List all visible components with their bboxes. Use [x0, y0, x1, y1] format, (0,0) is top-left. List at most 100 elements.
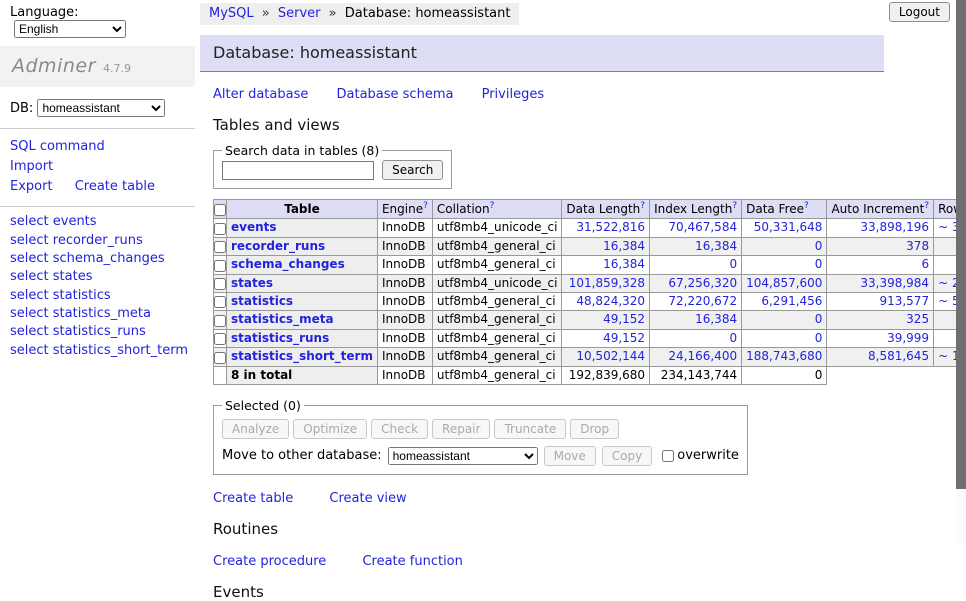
data-free-cell[interactable]: 0: [742, 329, 827, 347]
data-length-cell[interactable]: 49,152: [562, 329, 650, 347]
index-length-cell[interactable]: 67,256,320: [650, 274, 742, 292]
table-name-link[interactable]: states: [231, 276, 273, 290]
table-name-link[interactable]: statistics_meta: [231, 312, 334, 326]
move-button[interactable]: Move: [544, 446, 596, 466]
create-view-link[interactable]: Create view: [329, 491, 406, 506]
create-table-link-sidebar[interactable]: Create table: [75, 179, 155, 194]
totals-index-length: 234,143,744: [650, 366, 742, 384]
help-icon[interactable]: ?: [640, 201, 645, 211]
sidebar-select-link[interactable]: select statistics_runs: [10, 324, 146, 339]
help-icon[interactable]: ?: [924, 201, 929, 211]
data-length-cell[interactable]: 48,824,320: [562, 292, 650, 310]
auto-increment-cell[interactable]: 39,999: [827, 329, 934, 347]
table-name-link[interactable]: schema_changes: [231, 257, 345, 271]
data-free-cell[interactable]: 188,743,680: [742, 348, 827, 366]
help-icon[interactable]: ?: [490, 201, 495, 211]
tables-and-views-heading: Tables and views: [213, 116, 950, 134]
totals-collation: utf8mb4_general_ci: [432, 366, 562, 384]
help-icon[interactable]: ?: [423, 201, 428, 211]
drop-button[interactable]: Drop: [570, 419, 619, 439]
auto-increment-cell[interactable]: 33,898,196: [827, 219, 934, 237]
export-link[interactable]: Export: [10, 179, 53, 194]
create-table-link[interactable]: Create table: [213, 491, 293, 506]
import-link[interactable]: Import: [10, 159, 53, 174]
data-free-cell[interactable]: 0: [742, 237, 827, 255]
tables-overview-table: TableEngine?Collation?Data Length?Index …: [213, 199, 966, 385]
table-name-link[interactable]: statistics_short_term: [231, 349, 373, 363]
auto-increment-cell[interactable]: 913,577: [827, 292, 934, 310]
help-icon[interactable]: ?: [732, 201, 737, 211]
data-free-cell[interactable]: 0: [742, 311, 827, 329]
data-free-cell[interactable]: 6,291,456: [742, 292, 827, 310]
table-name-link[interactable]: recorder_runs: [231, 239, 325, 253]
data-free-cell[interactable]: 104,857,600: [742, 274, 827, 292]
data-length-cell[interactable]: 16,384: [562, 256, 650, 274]
data-free-cell[interactable]: 0: [742, 256, 827, 274]
index-length-cell[interactable]: 70,467,584: [650, 219, 742, 237]
auto-increment-cell[interactable]: 8,581,645: [827, 348, 934, 366]
help-icon[interactable]: ?: [804, 201, 809, 211]
auto-increment-cell[interactable]: 33,398,984: [827, 274, 934, 292]
sidebar-select-link[interactable]: select schema_changes: [10, 251, 165, 266]
repair-button[interactable]: Repair: [432, 419, 490, 439]
data-length-cell[interactable]: 10,502,144: [562, 348, 650, 366]
row-checkbox[interactable]: [214, 278, 226, 290]
table-name-link[interactable]: statistics_runs: [231, 331, 329, 345]
search-button[interactable]: Search: [382, 160, 443, 180]
row-checkbox[interactable]: [214, 296, 226, 308]
index-length-cell[interactable]: 16,384: [650, 311, 742, 329]
data-length-cell[interactable]: 101,859,328: [562, 274, 650, 292]
vertical-scrollbar[interactable]: [956, 0, 966, 543]
data-length-cell[interactable]: 16,384: [562, 237, 650, 255]
row-checkbox[interactable]: [214, 333, 226, 345]
auto-increment-cell[interactable]: 325: [827, 311, 934, 329]
table-name-link[interactable]: statistics: [231, 294, 293, 308]
totals-data-length: 192,839,680: [562, 366, 650, 384]
auto-increment-cell[interactable]: 378: [827, 237, 934, 255]
index-length-cell[interactable]: 0: [650, 329, 742, 347]
data-length-cell[interactable]: 31,522,816: [562, 219, 650, 237]
scrollbar-thumb[interactable]: [956, 0, 966, 489]
analyze-button[interactable]: Analyze: [222, 419, 289, 439]
move-database-select[interactable]: homeassistant: [388, 447, 538, 465]
db-select[interactable]: homeassistant: [37, 99, 165, 117]
row-checkbox[interactable]: [214, 352, 226, 364]
row-checkbox[interactable]: [214, 241, 226, 253]
create-function-link[interactable]: Create function: [362, 554, 462, 569]
sql-command-link[interactable]: SQL command: [10, 139, 105, 154]
sidebar-select-link[interactable]: select statistics_meta: [10, 306, 151, 321]
breadcrumb-server-link[interactable]: Server: [278, 6, 321, 21]
index-length-cell[interactable]: 24,166,400: [650, 348, 742, 366]
data-free-cell[interactable]: 50,331,648: [742, 219, 827, 237]
index-length-cell[interactable]: 72,220,672: [650, 292, 742, 310]
breadcrumb-mysql-link[interactable]: MySQL: [209, 6, 254, 21]
table-name-link[interactable]: events: [231, 220, 277, 234]
search-legend: Search data in tables (8): [222, 143, 382, 158]
sidebar-select-link[interactable]: select states: [10, 269, 92, 284]
sidebar-select-link[interactable]: select statistics_short_term: [10, 343, 188, 358]
check-button[interactable]: Check: [371, 419, 428, 439]
data-length-cell[interactable]: 49,152: [562, 311, 650, 329]
sidebar-select-link[interactable]: select recorder_runs: [10, 233, 143, 248]
truncate-button[interactable]: Truncate: [494, 419, 566, 439]
select-all-checkbox[interactable]: [214, 204, 226, 216]
search-input[interactable]: [222, 161, 374, 180]
optimize-button[interactable]: Optimize: [293, 419, 367, 439]
database-schema-link[interactable]: Database schema: [337, 87, 454, 102]
row-checkbox[interactable]: [214, 223, 226, 235]
alter-database-link[interactable]: Alter database: [213, 87, 308, 102]
row-checkbox[interactable]: [214, 260, 226, 272]
row-check-cell: [214, 311, 227, 329]
privileges-link[interactable]: Privileges: [482, 87, 545, 102]
index-length-cell[interactable]: 16,384: [650, 237, 742, 255]
index-length-cell[interactable]: 0: [650, 256, 742, 274]
language-select[interactable]: English: [14, 20, 126, 38]
auto-increment-cell[interactable]: 6: [827, 256, 934, 274]
sidebar-select-link[interactable]: select events: [10, 214, 97, 229]
row-checkbox[interactable]: [214, 315, 226, 327]
sidebar-select-link[interactable]: select statistics: [10, 288, 111, 303]
logout-button[interactable]: Logout: [889, 2, 950, 22]
create-procedure-link[interactable]: Create procedure: [213, 554, 326, 569]
overwrite-checkbox[interactable]: [662, 450, 674, 462]
copy-button[interactable]: Copy: [602, 446, 652, 466]
